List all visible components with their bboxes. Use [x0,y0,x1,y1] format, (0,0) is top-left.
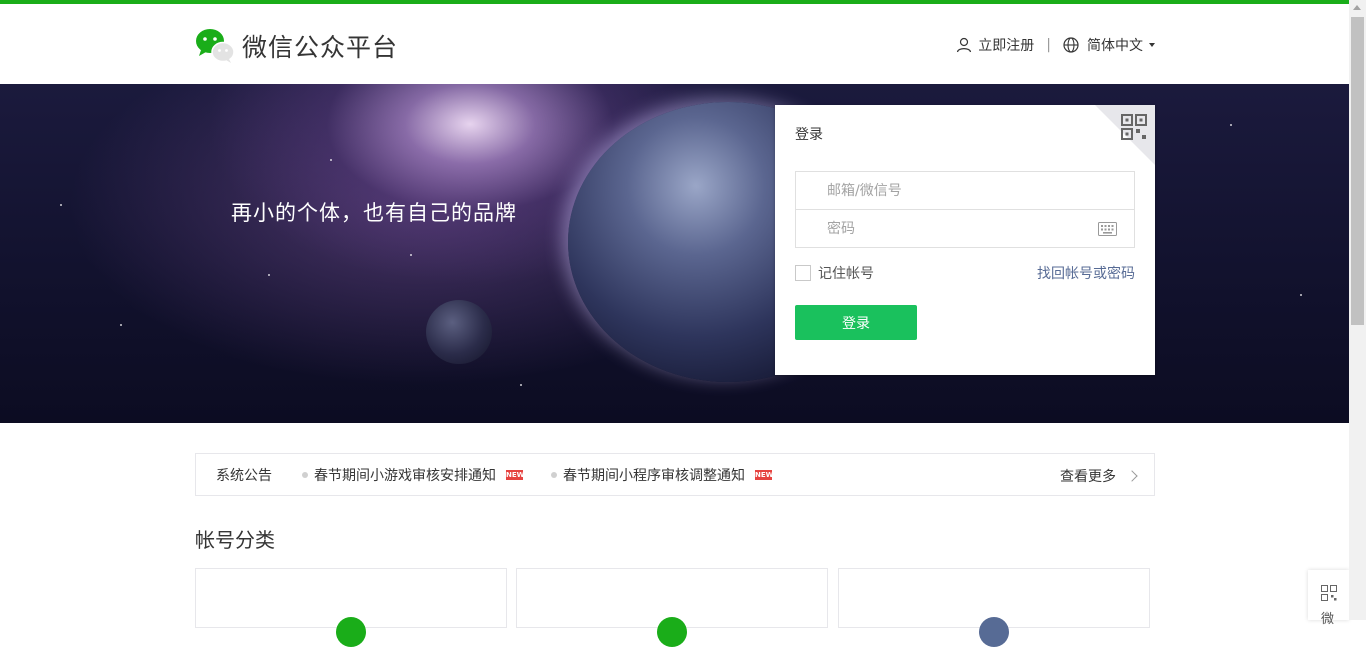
category-icon [657,617,687,647]
globe-icon [1063,37,1079,53]
notice-item[interactable]: 春节期间小游戏审核安排通知 NEW [302,465,525,485]
star [1300,294,1302,296]
notice-label: 系统公告 [216,467,272,484]
notice-item-text: 春节期间小游戏审核安排通知 [314,467,496,484]
notice-item-text: 春节期间小程序审核调整通知 [563,467,745,484]
qr-code-icon [1321,585,1337,601]
register-link[interactable]: 立即注册 [956,35,1034,55]
vertical-scrollbar[interactable] [1349,0,1366,620]
new-badge: NEW [506,469,525,480]
register-label: 立即注册 [978,38,1035,54]
star [60,204,62,206]
chevron-right-icon [1126,470,1138,482]
category-card[interactable] [838,568,1150,647]
scroll-up-icon[interactable] [1353,5,1361,10]
site-header: 微信公众平台 立即注册 | 简体中文 [0,4,1349,84]
site-logo[interactable]: 微信公众平台 [195,28,398,64]
star [520,384,522,386]
site-title: 微信公众平台 [242,33,399,62]
star [330,159,332,161]
login-panel: 登录 记住帐号 找回帐号或密码 登录 [775,105,1155,375]
star [410,254,412,256]
login-title: 登录 [795,127,823,143]
remember-account[interactable]: 记住帐号 [795,263,874,283]
password-input[interactable] [796,210,1134,247]
username-input[interactable] [796,172,1134,209]
scrollbar-thumb[interactable] [1351,17,1364,325]
banner-slogan: 再小的个体，也有自己的品牌 [231,201,517,225]
view-more-link[interactable]: 查看更多 [1060,466,1138,486]
notice-item[interactable]: 春节期间小程序审核调整通知 NEW [551,465,774,485]
bullet-icon [302,471,308,478]
category-card[interactable] [195,568,507,647]
remember-label: 记住帐号 [818,266,874,282]
username-field-wrap [795,171,1135,210]
star [268,274,270,276]
bullet-icon [551,471,557,478]
side-widget-label: 微 [1321,612,1335,627]
header-nav: 立即注册 | 简体中文 [956,35,1155,55]
qr-code-icon[interactable] [1121,114,1147,140]
category-card[interactable] [516,568,828,647]
star [1230,124,1232,126]
header-separator: | [1046,37,1051,53]
language-selector[interactable]: 简体中文 [1063,35,1155,55]
system-notice-bar: 系统公告 春节期间小游戏审核安排通知 NEW 春节期间小程序审核调整通知 NEW… [195,453,1155,496]
language-label: 简体中文 [1087,38,1143,54]
login-button[interactable]: 登录 [795,305,917,340]
password-field-wrap [795,209,1135,248]
chevron-down-icon [1149,43,1155,47]
new-badge: NEW [755,469,774,480]
floating-side-widget[interactable]: 微 [1308,570,1349,627]
view-more-label: 查看更多 [1060,469,1116,485]
account-categories-title: 帐号分类 [195,528,275,552]
small-planet-image [426,300,492,364]
forgot-password-link[interactable]: 找回帐号或密码 [1037,263,1135,283]
category-icon [336,617,366,647]
keyboard-icon[interactable] [1098,222,1117,236]
category-icon [979,617,1009,647]
wechat-logo-icon [195,28,235,64]
star [120,324,122,326]
remember-checkbox[interactable] [795,265,811,281]
user-icon [957,37,972,53]
